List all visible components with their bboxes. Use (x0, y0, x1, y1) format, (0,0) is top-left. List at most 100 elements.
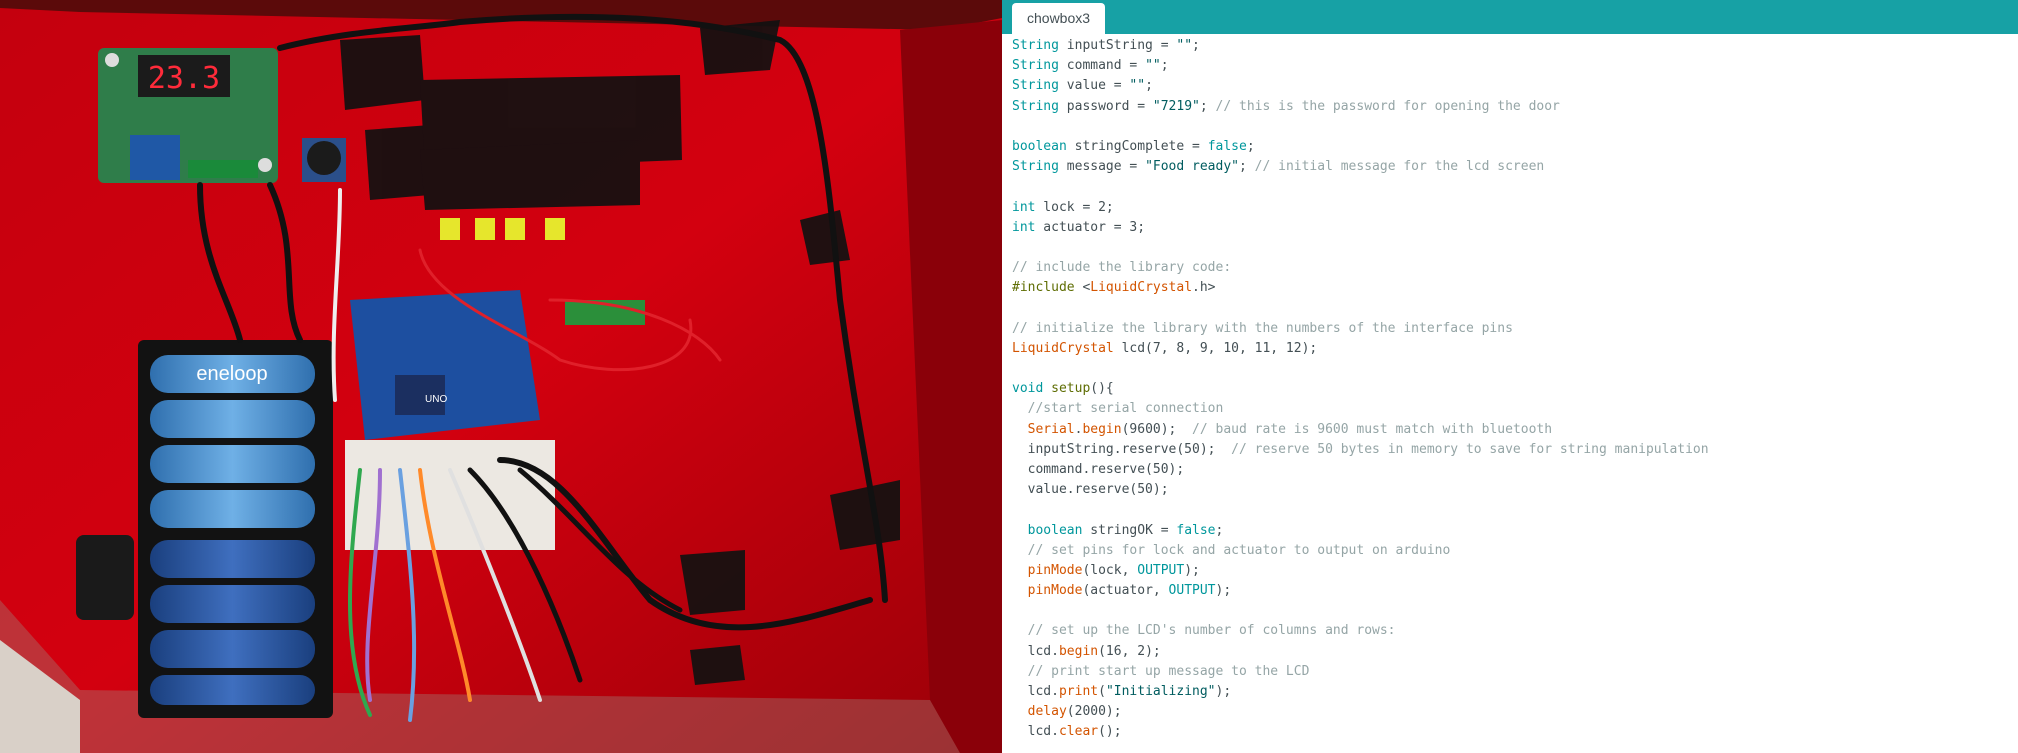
code-token: stringOK = (1082, 522, 1177, 538)
code-line: lcd.clear(); (1012, 722, 2018, 742)
code-token: "" (1145, 58, 1161, 74)
code-line: value.reserve(50); (1012, 480, 2018, 500)
code-token: LiquidCrystal (1012, 340, 1114, 356)
code-token: ; (1238, 159, 1255, 175)
code-token: "7219" (1152, 98, 1200, 114)
code-line: pinMode(lock, OUTPUT); (1012, 561, 2018, 581)
code-line: // set up the LCD's number of columns an… (1012, 621, 2018, 641)
code-line: #include <LiquidCrystal.h> (1012, 278, 2018, 298)
code-token: // reserve 50 bytes in memory to save fo… (1231, 441, 1709, 457)
code-token: lcd. (1012, 684, 1059, 699)
code-token: pinMode (1027, 583, 1083, 599)
code-token: (actuator, (1082, 583, 1169, 599)
code-line: String message = "Food ready"; // initia… (1012, 157, 2018, 177)
code-line: inputString.reserve(50); // reserve 50 b… (1012, 440, 2018, 460)
code-token: (16, 2); (1098, 643, 1161, 659)
code-line: boolean stringOK = false; (1012, 521, 2018, 541)
code-line: boolean stringComplete = false; (1012, 137, 2018, 157)
board-label: UNO (425, 394, 447, 405)
tab-bar: chowbox3 (1002, 0, 2018, 34)
battery-pack: eneloop (138, 340, 333, 718)
code-token: value.reserve(50); (1012, 482, 1169, 498)
code-token: value = (1058, 78, 1130, 94)
code-token: "Food ready" (1145, 159, 1239, 175)
potentiometer (302, 138, 346, 182)
code-token: < (1074, 280, 1091, 296)
code-line: String inputString = ""; (1012, 36, 2018, 56)
code-line: int actuator = 3; (1012, 218, 2018, 238)
enclosure-photo-drawing: 23.3 UNO eneloop (0, 0, 1002, 753)
code-token: lcd. (1012, 643, 1059, 659)
enclosure-photo: 23.3 UNO eneloop (0, 0, 1002, 753)
code-line: int lock = 2; (1012, 198, 2018, 218)
code-token: ; (1160, 58, 1169, 74)
code-token: "" (1129, 78, 1146, 94)
code-token: ; (1145, 78, 1153, 94)
code-token: String (1012, 98, 1059, 114)
code-token: String (1012, 38, 1059, 53)
code-token: password = (1058, 98, 1153, 114)
code-token: ; (1246, 138, 1255, 154)
code-token: ); (1215, 684, 1232, 699)
code-token: false (1176, 522, 1216, 538)
code-token: #include (1012, 280, 1075, 296)
code-token: ( (1098, 684, 1106, 699)
code-token: false (1207, 138, 1247, 154)
code-token: (9600); (1121, 421, 1193, 437)
code-token: begin (1058, 643, 1099, 659)
code-token: // this is the password for opening the … (1215, 98, 1560, 114)
code-token: command.reserve(50); (1012, 461, 1185, 477)
code-token: "" (1176, 38, 1193, 53)
code-line: lcd.print("Initializing"); (1012, 682, 2018, 702)
code-line: String value = ""; (1012, 76, 2018, 96)
code-token: LiquidCrystal (1090, 280, 1193, 296)
code-line: // set pins for lock and actuator to out… (1012, 541, 2018, 561)
code-token: String (1012, 159, 1059, 175)
code-token: ; (1192, 38, 1200, 53)
code-token: ; (1215, 522, 1224, 538)
code-token: // include the library code: (1012, 260, 1232, 276)
code-line: // print start up message to the LCD (1012, 662, 2018, 682)
code-token: lcd. (1012, 724, 1059, 740)
code-line: String command = ""; (1012, 56, 2018, 76)
code-token: ); (1184, 562, 1200, 578)
code-token: // print start up message to the LCD (1027, 663, 1310, 679)
code-line: // initialize the library with the numbe… (1012, 319, 2018, 339)
thermostat-display: 23.3 (148, 61, 220, 96)
code-token: // baud rate is 9600 must match with blu… (1192, 421, 1553, 437)
code-area[interactable]: String inputString = ""; String command =… (1012, 36, 2018, 753)
code-line: delay(2000); (1012, 702, 2018, 722)
code-token: inputString = (1058, 38, 1177, 53)
code-token: boolean (1027, 522, 1083, 538)
code-token: OUTPUT (1168, 583, 1216, 599)
code-token: (2000); (1066, 704, 1122, 720)
code-token: stringComplete = (1066, 138, 1208, 154)
thermostat-module: 23.3 (98, 48, 278, 183)
code-token: // set pins for lock and actuator to out… (1027, 542, 1451, 558)
code-token: command = (1058, 58, 1146, 74)
code-token: inputString.reserve(50); (1012, 441, 1232, 457)
code-token: String (1012, 78, 1059, 94)
code-line: void setup(){ (1012, 379, 2018, 399)
code-token: delay (1027, 704, 1067, 720)
tab-chowbox3[interactable]: chowbox3 (1012, 3, 1106, 34)
code-token: actuator = 3; (1035, 219, 1146, 235)
code-token: boolean (1012, 138, 1067, 154)
code-token: (); (1098, 724, 1122, 740)
code-token: ); (1215, 583, 1232, 599)
code-token: message = (1058, 159, 1146, 175)
battery-brand-label: eneloop (196, 363, 267, 385)
code-token: lock = 2; (1035, 199, 1114, 215)
code-token: print (1058, 684, 1099, 699)
